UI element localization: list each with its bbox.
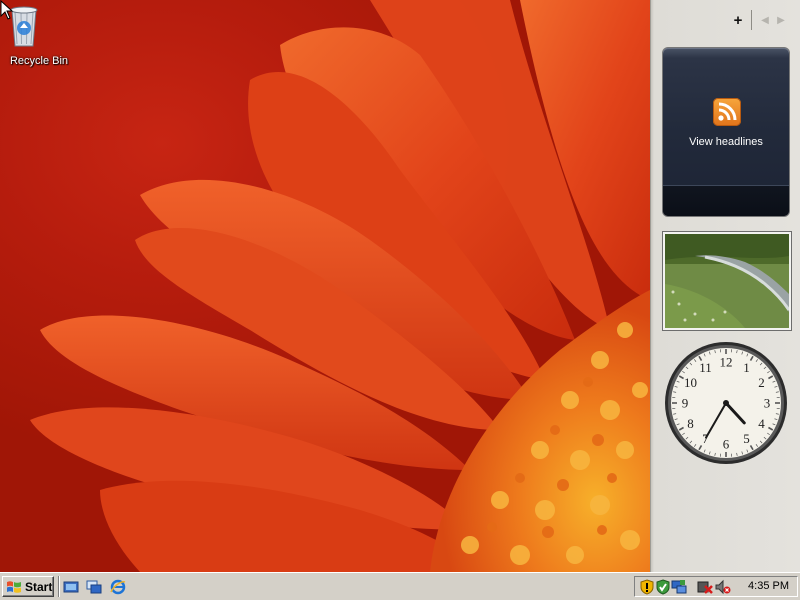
feed-gadget-footer: [663, 185, 789, 216]
windows-flag-icon: [7, 580, 21, 593]
landscape-photo: [665, 234, 789, 328]
clock-number-10: 10: [684, 375, 697, 390]
desktop-icon-recycle-bin[interactable]: Recycle Bin: [6, 4, 72, 67]
next-page-button[interactable]: ▶: [773, 12, 789, 28]
quick-launch-divider: [58, 576, 60, 597]
gadget-sidebar: + ◀ ▶ View headlines 12 1 2 3 4 5 6 8 9 …: [650, 0, 800, 572]
clock-number-12: 12: [720, 355, 733, 370]
sidebar-controls: + ◀ ▶: [730, 10, 789, 30]
recycle-bin-label: Recycle Bin: [9, 55, 69, 67]
previous-page-button[interactable]: ◀: [757, 12, 773, 28]
clock-number-8: 8: [687, 416, 694, 431]
controls-divider: [751, 10, 752, 30]
switch-windows-icon[interactable]: [86, 579, 102, 595]
clock-face: 121234567891011: [665, 342, 787, 464]
clock-number-11: 11: [699, 360, 712, 375]
clock-center-pin: [723, 400, 729, 406]
power-error-icon[interactable]: [697, 579, 713, 595]
security-shield-icon[interactable]: [639, 579, 655, 595]
checkmark-shield-icon[interactable]: [655, 579, 671, 595]
clock-number-9: 9: [682, 396, 689, 411]
feed-headlines-gadget[interactable]: View headlines: [663, 48, 789, 216]
recycle-bin-icon: [10, 4, 57, 48]
slideshow-gadget[interactable]: [663, 232, 791, 330]
rss-icon: [713, 98, 741, 126]
add-gadget-button[interactable]: +: [730, 12, 746, 29]
network-icon[interactable]: [671, 579, 687, 595]
mouse-cursor-icon: [0, 0, 14, 20]
start-label: Start: [25, 579, 53, 594]
volume-muted-icon[interactable]: [715, 579, 731, 595]
system-tray: 4:35 PM: [634, 576, 798, 597]
internet-explorer-icon[interactable]: [110, 579, 126, 595]
desktop-wallpaper: Recycle Bin: [0, 0, 650, 572]
clock-number-1: 1: [743, 360, 750, 375]
taskbar: Start 4:35 PM: [0, 572, 800, 600]
clock-number-5: 5: [743, 431, 750, 446]
flower-wallpaper: [30, 0, 650, 572]
start-button[interactable]: Start: [2, 576, 54, 597]
clock-number-6: 6: [723, 437, 730, 452]
show-desktop-icon[interactable]: [63, 579, 79, 595]
clock-number-3: 3: [764, 396, 771, 411]
clock-number-4: 4: [758, 416, 765, 431]
analog-clock-gadget[interactable]: 121234567891011: [663, 340, 789, 466]
view-headlines-link[interactable]: View headlines: [663, 136, 789, 148]
taskbar-clock[interactable]: 4:35 PM: [748, 580, 789, 592]
clock-number-2: 2: [758, 375, 765, 390]
